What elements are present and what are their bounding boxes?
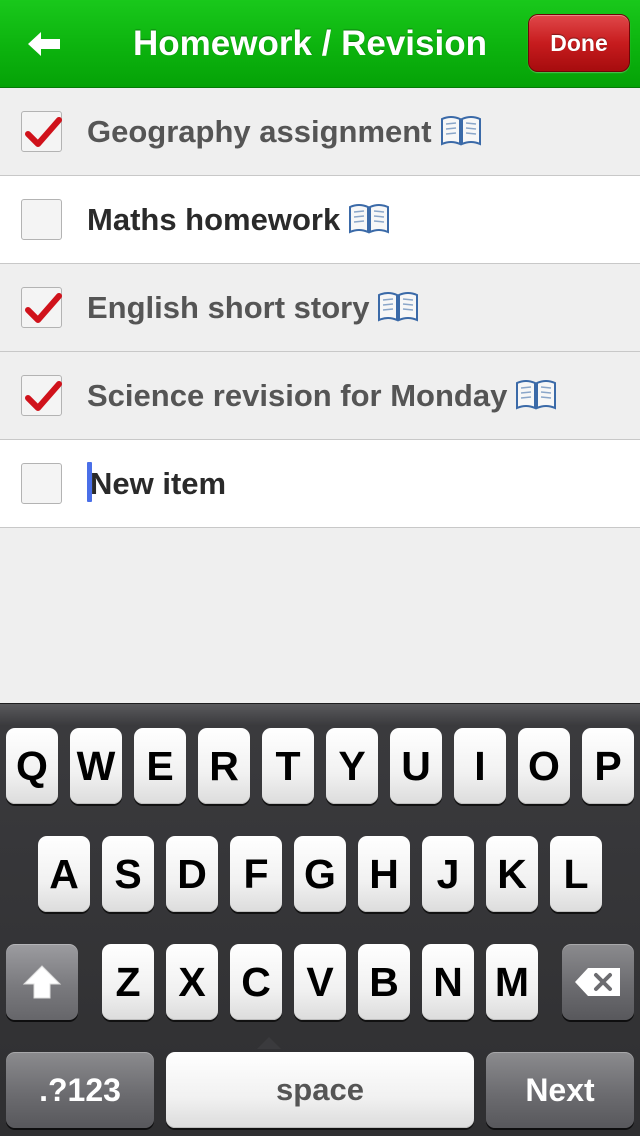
page-title: Homework / Revision [133, 24, 487, 63]
key-k[interactable]: K [486, 836, 538, 912]
book-icon [378, 291, 419, 322]
key-y[interactable]: Y [326, 728, 378, 804]
checkmark-icon [25, 293, 62, 323]
key-i[interactable]: I [454, 728, 506, 804]
next-key[interactable]: Next [486, 1052, 634, 1128]
list-item[interactable]: Science revision for Monday [0, 352, 640, 440]
checkmark-icon [25, 117, 62, 147]
key-v[interactable]: V [294, 944, 346, 1020]
key-u[interactable]: U [390, 728, 442, 804]
checkbox-checked[interactable] [21, 287, 62, 328]
key-j[interactable]: J [422, 836, 474, 912]
numbers-key[interactable]: .?123 [6, 1052, 154, 1128]
list-item-label: Science revision for Monday [87, 378, 508, 413]
checkmark-icon [25, 381, 62, 411]
key-z[interactable]: Z [102, 944, 154, 1020]
shift-arrow-icon [22, 965, 62, 999]
key-d[interactable]: D [166, 836, 218, 912]
backspace-icon [575, 968, 620, 996]
key-s[interactable]: S [102, 836, 154, 912]
key-m[interactable]: M [486, 944, 538, 1020]
book-icon [516, 379, 557, 410]
key-w[interactable]: W [70, 728, 122, 804]
onscreen-keyboard: Q W E R T Y U I O P A S D F G H J K L Z … [0, 703, 640, 1136]
done-button[interactable]: Done [528, 14, 630, 72]
key-e[interactable]: E [134, 728, 186, 804]
list-item-label: Geography assignment [87, 114, 432, 149]
key-l[interactable]: L [550, 836, 602, 912]
key-b[interactable]: B [358, 944, 410, 1020]
key-g[interactable]: G [294, 836, 346, 912]
key-h[interactable]: H [358, 836, 410, 912]
key-r[interactable]: R [198, 728, 250, 804]
key-q[interactable]: Q [6, 728, 58, 804]
key-a[interactable]: A [38, 836, 90, 912]
key-p[interactable]: P [582, 728, 634, 804]
checkbox-checked[interactable] [21, 111, 62, 152]
list-item[interactable]: Geography assignment [0, 88, 640, 176]
checkbox-unchecked[interactable] [21, 199, 62, 240]
todo-list: Geography assignment Maths homework Engl… [0, 88, 640, 528]
back-button[interactable] [14, 20, 74, 68]
shift-key[interactable] [6, 944, 78, 1020]
app-screen: Homework / Revision Done Geography assig… [0, 0, 640, 1136]
new-item-row[interactable]: New item [0, 440, 640, 528]
checkbox-checked[interactable] [21, 375, 62, 416]
book-icon [349, 203, 390, 234]
key-n[interactable]: N [422, 944, 474, 1020]
space-key[interactable]: space [166, 1052, 474, 1128]
list-item-label: English short story [87, 290, 370, 325]
key-t[interactable]: T [262, 728, 314, 804]
list-item-label: Maths homework [87, 202, 341, 237]
list-item[interactable]: Maths homework [0, 176, 640, 264]
key-c[interactable]: C [230, 944, 282, 1020]
checkbox-unchecked[interactable] [21, 463, 62, 504]
list-item[interactable]: English short story [0, 264, 640, 352]
key-o[interactable]: O [518, 728, 570, 804]
left-arrow-icon [28, 32, 60, 56]
book-icon [440, 115, 481, 146]
key-pointer-notch [257, 1037, 281, 1049]
delete-key[interactable] [562, 944, 634, 1020]
key-x[interactable]: X [166, 944, 218, 1020]
new-item-input[interactable]: New item [87, 440, 226, 528]
navigation-bar: Homework / Revision Done [0, 0, 640, 88]
key-f[interactable]: F [230, 836, 282, 912]
